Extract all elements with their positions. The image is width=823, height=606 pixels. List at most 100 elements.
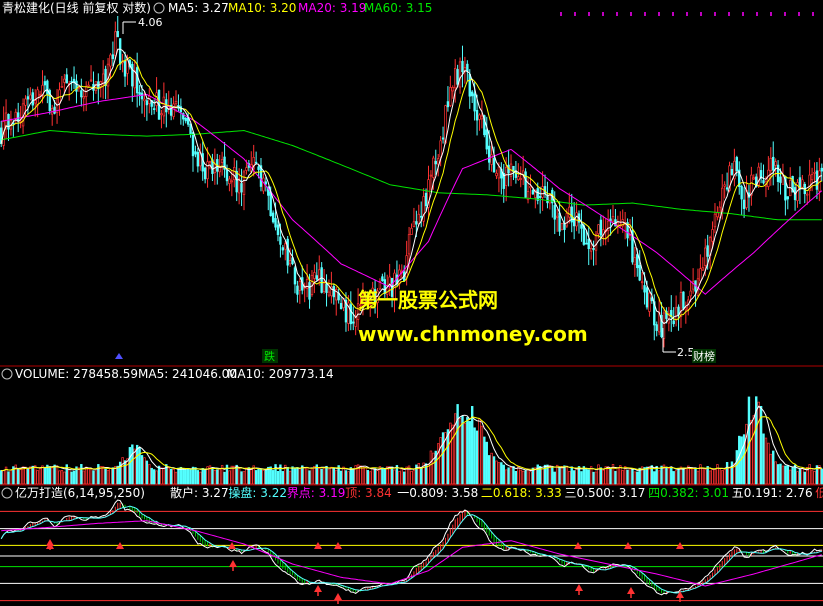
candle-body <box>233 167 236 181</box>
candle-body <box>308 282 311 300</box>
candle-body <box>257 166 260 170</box>
volume-bar <box>84 466 88 485</box>
volume-bar <box>55 465 59 485</box>
candle-body <box>810 174 814 181</box>
volume-bar <box>327 469 331 485</box>
top-marker-dot <box>742 12 744 16</box>
volume-bar <box>752 415 756 485</box>
candle-body <box>531 190 535 195</box>
volume-bar <box>92 470 95 485</box>
candle-body <box>269 191 272 217</box>
volume-bar <box>116 465 119 485</box>
volume-bar <box>320 468 323 485</box>
volume-bar <box>708 470 712 485</box>
candle-body <box>262 177 265 192</box>
volume-bar <box>398 471 401 485</box>
event-tag-1[interactable]: 跌 <box>264 349 275 363</box>
volume-bar <box>427 464 430 485</box>
event-tag-2[interactable]: 财榜 <box>693 349 715 363</box>
candle-body <box>470 91 474 97</box>
candle-body <box>446 101 450 108</box>
volume-bar <box>177 467 180 485</box>
volume-bar <box>813 470 816 485</box>
volume-bar <box>677 468 680 485</box>
candle-body <box>723 184 726 187</box>
candle-body <box>735 157 739 172</box>
top-marker-dot <box>630 12 632 16</box>
candle-body <box>487 145 491 163</box>
volume-bar <box>34 465 37 485</box>
watermark-line-2[interactable]: www.chnmoney.com <box>358 322 588 346</box>
candle-body <box>480 115 484 120</box>
volume-bar <box>437 443 440 485</box>
volume-bar <box>50 467 54 485</box>
volume-bar <box>223 471 226 485</box>
candle-body <box>63 78 66 83</box>
candle-body <box>313 272 316 279</box>
volume-bar <box>701 468 705 485</box>
volume-bar <box>167 467 170 485</box>
volume-bar <box>157 465 161 485</box>
candle-body <box>560 223 564 230</box>
candle-body <box>449 87 452 106</box>
volume-bar <box>623 466 627 485</box>
candle-body <box>473 93 476 112</box>
volume-bar <box>725 462 729 485</box>
candle-body <box>196 152 200 167</box>
volume-bar <box>189 469 192 485</box>
volume-bar <box>364 467 367 485</box>
candle-body <box>131 63 134 87</box>
volume-bar <box>63 471 66 485</box>
volume-bar <box>196 470 200 485</box>
volume-bar <box>145 460 149 485</box>
volume-bar <box>172 468 175 485</box>
top-marker-dot <box>560 12 562 16</box>
volume-bar <box>487 455 491 485</box>
volume-bar <box>410 470 413 485</box>
volume-bar <box>335 469 338 485</box>
volume-bar <box>589 466 593 485</box>
volume-bar <box>779 463 782 485</box>
volume-bar <box>111 467 115 485</box>
volume-bar <box>713 468 717 485</box>
candle-body <box>104 68 107 86</box>
volume-bar <box>716 464 719 485</box>
volume-bar <box>762 433 765 485</box>
candle-body <box>645 287 649 308</box>
volume-bar <box>174 471 178 485</box>
volume-bar <box>631 469 634 485</box>
volume-bar <box>594 471 598 485</box>
volume-bar <box>369 471 372 485</box>
volume-bar <box>201 468 204 485</box>
volume-bar <box>286 467 289 485</box>
volume-bar <box>509 466 513 485</box>
volume-bar <box>597 464 600 485</box>
volume-bar <box>133 448 136 485</box>
candle-body <box>689 290 692 297</box>
volume-bar <box>271 470 275 485</box>
volume-bar <box>104 469 107 485</box>
candle-body <box>701 267 705 271</box>
volume-bar <box>801 468 804 485</box>
candle-body <box>711 229 714 242</box>
volume-title: VOLUME: 278458.59 <box>15 367 138 381</box>
volume-bar <box>67 469 71 485</box>
candle-body <box>288 260 292 265</box>
candle-body <box>143 98 146 102</box>
volume-bar <box>560 466 564 485</box>
candle-body <box>230 180 234 183</box>
volume-bar <box>135 444 139 485</box>
candle-body <box>111 54 115 59</box>
candle-body <box>767 169 770 187</box>
volume-bar <box>519 469 522 485</box>
volume-bar <box>240 471 243 485</box>
candle-body <box>441 137 445 140</box>
candle-body <box>194 151 197 155</box>
candle-body <box>420 215 423 218</box>
volume-bar <box>325 465 328 485</box>
candle-body <box>43 81 47 86</box>
volume-bar <box>555 464 559 485</box>
volume-bar <box>89 468 93 485</box>
volume-bar <box>587 469 590 485</box>
volume-bar <box>296 467 299 485</box>
